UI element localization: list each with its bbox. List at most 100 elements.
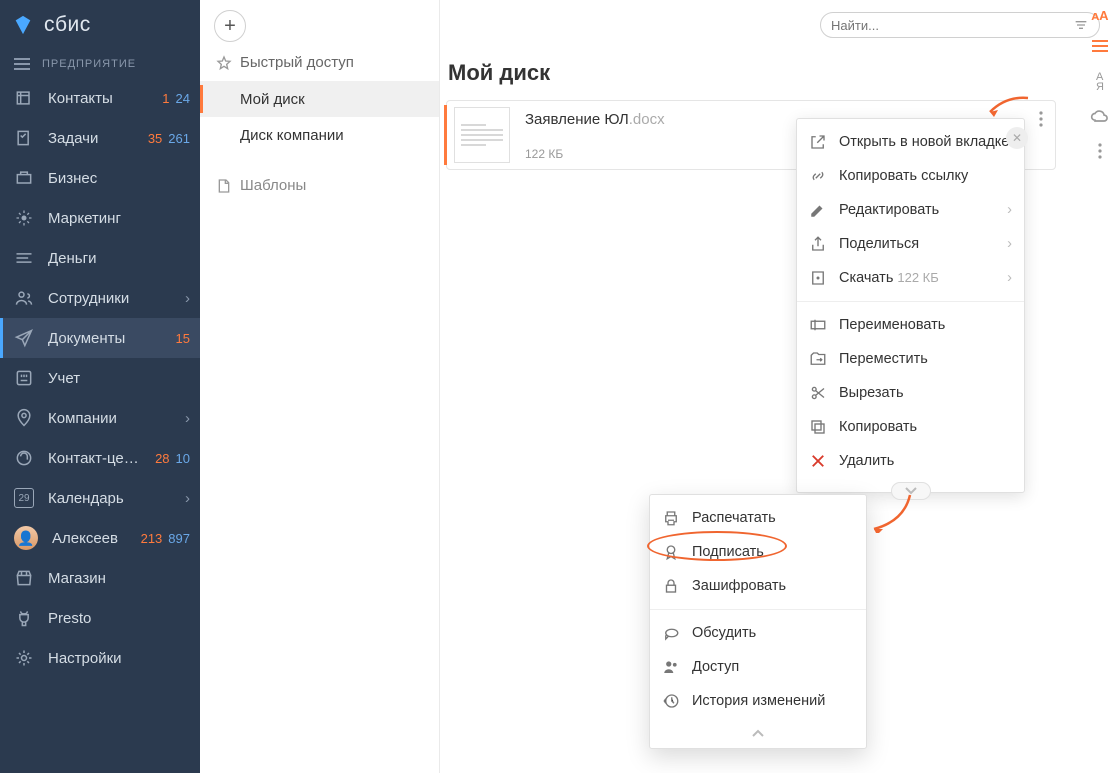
disk-panel: + Быстрый доступ Мой диск Диск компании … — [200, 0, 440, 773]
ctx2-chat[interactable]: Обсудить — [650, 616, 866, 650]
chevron-down-icon — [905, 487, 917, 495]
ctx-label: Доступ — [692, 659, 854, 675]
avatar-icon: 👤 — [14, 526, 38, 550]
nav-biz[interactable]: Бизнес — [0, 158, 200, 198]
nav-comp[interactable]: Компании› — [0, 398, 200, 438]
nav-tasks[interactable]: Задачи35261 — [0, 118, 200, 158]
ctx-copy[interactable]: Копировать — [797, 410, 1024, 444]
right-toolbar: ᴀA АЯ — [1090, 8, 1110, 162]
nav-staff[interactable]: Сотрудники› — [0, 278, 200, 318]
nav-cal[interactable]: 29Календарь› — [0, 478, 200, 518]
font-size-button[interactable]: ᴀA — [1091, 8, 1108, 23]
logo-text: сбис — [44, 13, 91, 37]
docs-icon — [14, 328, 34, 348]
ctx-open[interactable]: Открыть в новой вкладке — [797, 125, 1024, 159]
lang-button[interactable]: АЯ — [1096, 72, 1104, 92]
nav-money[interactable]: Деньги — [0, 238, 200, 278]
ctx-share[interactable]: Поделиться› — [797, 227, 1024, 261]
quick-access-label: Быстрый доступ — [240, 54, 354, 71]
nav-label: Настройки — [48, 650, 190, 667]
nav-badges: 213897 — [141, 531, 190, 546]
ctx-label: Удалить — [839, 453, 1012, 469]
templates-label: Шаблоны — [240, 177, 306, 194]
nav-badges: 15 — [176, 331, 190, 346]
ren-icon — [809, 316, 827, 334]
ctx-label: Зашифровать — [692, 578, 854, 594]
ctx2-access[interactable]: Доступ — [650, 650, 866, 684]
cloud-button[interactable] — [1090, 108, 1110, 127]
expand-down-button[interactable] — [891, 482, 931, 500]
nav-shop[interactable]: Магазин — [0, 558, 200, 598]
nav-market[interactable]: Маркетинг — [0, 198, 200, 238]
nav-contacts[interactable]: Контакты124 — [0, 78, 200, 118]
dl-icon — [809, 269, 827, 287]
ctx-cut[interactable]: Вырезать — [797, 376, 1024, 410]
del-icon — [809, 452, 827, 470]
ctx-dl[interactable]: Скачать122 КБ› — [797, 261, 1024, 295]
tasks-icon — [14, 128, 34, 148]
nav-acct[interactable]: Учет — [0, 358, 200, 398]
more-button[interactable] — [1098, 143, 1102, 162]
nav-label: Контакт-центр — [48, 450, 141, 467]
ctx-edit[interactable]: Редактировать› — [797, 193, 1024, 227]
add-button[interactable]: + — [214, 10, 246, 42]
gear-icon — [14, 648, 34, 668]
ctx-label: Редактировать — [839, 202, 995, 218]
context-menu-file: ✕ Открыть в новой вкладкеКопировать ссыл… — [796, 118, 1025, 493]
call-icon — [14, 448, 34, 468]
ctx2-print[interactable]: Распечатать — [650, 501, 866, 535]
nav-call[interactable]: Контакт-центр2810 — [0, 438, 200, 478]
copy-icon — [809, 418, 827, 436]
shop-icon — [14, 568, 34, 588]
nav-label: Задачи — [48, 130, 134, 147]
chevron-right-icon: › — [185, 290, 190, 307]
nav-label: Документы — [48, 330, 162, 347]
nav-docs[interactable]: Документы 15 — [0, 318, 200, 358]
close-button[interactable]: ✕ — [1006, 127, 1028, 149]
market-icon — [14, 208, 34, 228]
ctx-ren[interactable]: Переименовать — [797, 308, 1024, 342]
cut-icon — [809, 384, 827, 402]
ctx2-sign[interactable]: Подписать — [650, 535, 866, 569]
filter-icon[interactable] — [1073, 17, 1089, 33]
templates[interactable]: Шаблоны — [200, 153, 439, 194]
ctx-del[interactable]: Удалить — [797, 444, 1024, 478]
file-thumbnail — [447, 101, 519, 169]
quick-access[interactable]: Быстрый доступ — [200, 42, 439, 81]
nav-avatar[interactable]: 👤Алексеев213897 — [0, 518, 200, 558]
sign-icon — [662, 543, 680, 561]
org-selector[interactable]: ПРЕДПРИЯТИЕ — [0, 50, 200, 78]
org-label: ПРЕДПРИЯТИЕ — [42, 58, 136, 70]
context-menu-more: РаспечататьПодписать Зашифровать Обсудить… — [649, 494, 867, 749]
edit-icon — [809, 201, 827, 219]
file-menu-button[interactable] — [1027, 101, 1055, 169]
search-input[interactable] — [831, 18, 1073, 33]
chevron-up-icon — [752, 729, 764, 737]
search[interactable] — [820, 12, 1100, 38]
sidebar: сбис ПРЕДПРИЯТИЕ Контакты124Задачи35261 Б… — [0, 0, 200, 773]
ctx2-hist[interactable]: История изменений — [650, 684, 866, 718]
ctx-label: История изменений — [692, 693, 854, 709]
star-icon — [216, 55, 232, 71]
collapse-up-button[interactable] — [650, 724, 866, 742]
tree-item-label: Диск компании — [240, 127, 344, 144]
tree-my-disk[interactable]: Мой диск — [200, 81, 439, 117]
nav-gear[interactable]: Настройки — [0, 638, 200, 678]
tree-item-label: Мой диск — [240, 91, 305, 108]
nav-presto[interactable]: Presto — [0, 598, 200, 638]
tree-company-disk[interactable]: Диск компании — [200, 117, 439, 153]
nav-label: Магазин — [48, 570, 190, 587]
money-icon — [14, 248, 34, 268]
ctx-link[interactable]: Копировать ссылку — [797, 159, 1024, 193]
template-icon — [216, 178, 232, 194]
ctx-move[interactable]: Переместить — [797, 342, 1024, 376]
nav-label: Учет — [48, 370, 190, 387]
logo[interactable]: сбис — [0, 0, 200, 50]
dots-vertical-icon — [1039, 111, 1043, 127]
biz-icon — [14, 168, 34, 188]
menu-button[interactable] — [1091, 39, 1109, 56]
ctx2-lock[interactable]: Зашифровать — [650, 569, 866, 603]
nav-label: Бизнес — [48, 170, 190, 187]
open-icon — [809, 133, 827, 151]
hist-icon — [662, 692, 680, 710]
